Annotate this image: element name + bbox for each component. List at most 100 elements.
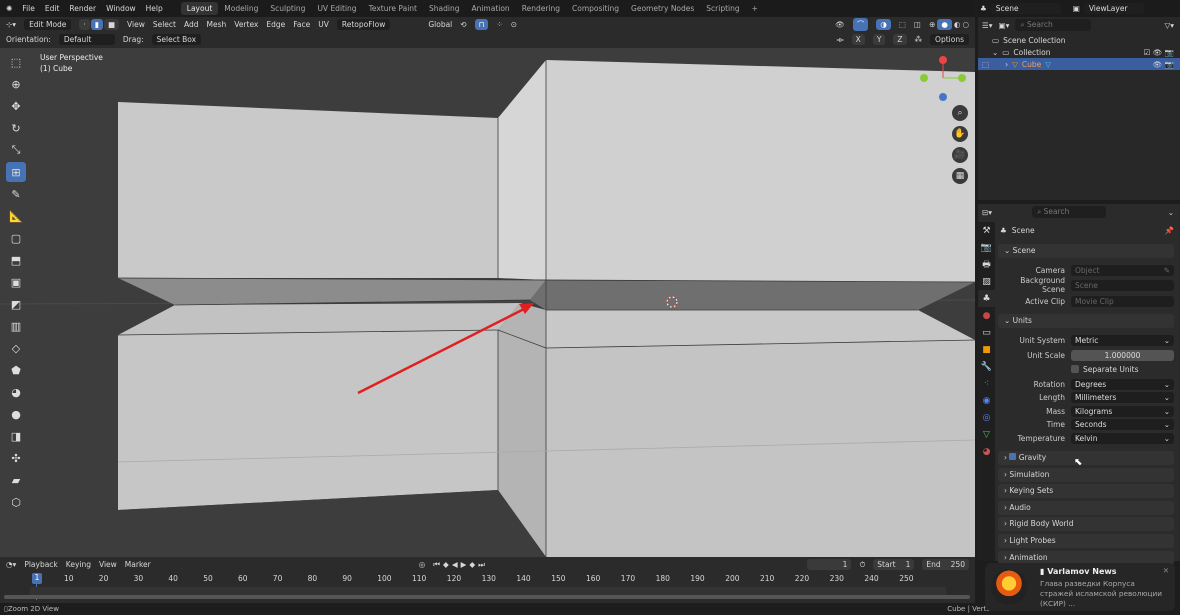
material-tab-icon[interactable]: ◕ <box>978 443 995 460</box>
timeline-editor-icon[interactable]: ◔▾ <box>6 560 16 569</box>
physics-tab-icon[interactable]: ◉ <box>978 392 995 409</box>
scene-field[interactable]: Scene <box>990 3 1061 14</box>
menu-help[interactable]: Help <box>146 4 163 13</box>
drag-dropdown[interactable]: Select Box <box>151 34 202 45</box>
scale-tool-icon[interactable]: ⤡ <box>6 140 26 160</box>
bevel-tool-icon[interactable]: ◩ <box>6 294 26 314</box>
blender-logo-icon[interactable]: ✺ <box>6 4 12 13</box>
eyedropper-icon[interactable]: ✎ <box>1164 265 1170 276</box>
view-layer-field[interactable]: ViewLayer <box>1083 3 1144 14</box>
face-select-icon[interactable]: ■ <box>103 18 120 30</box>
timeline-scrollbar[interactable] <box>4 595 970 599</box>
frame-ruler[interactable]: 10 20 30 40 50 60 70 80 90 100 110 120 130 140 150 160 1… <box>0 573 975 585</box>
auto-merge-icon[interactable]: ⁂ <box>915 35 923 44</box>
chevron-down-icon[interactable]: ⌄ <box>1168 208 1174 217</box>
modifier-tab-icon[interactable]: 🔧 <box>978 358 995 375</box>
menu-view[interactable]: View <box>99 560 117 569</box>
expand-icon[interactable]: › <box>1005 60 1008 69</box>
3d-viewport[interactable]: User Perspective (1) Cube ⌕ ✋ 🎥 ▦ <box>0 48 975 557</box>
outliner-item-collection[interactable]: ⌄ ▭ Collection ☑ 👁 📷 <box>978 46 1180 58</box>
units-panel-header[interactable]: ⌄ Units <box>998 314 1174 328</box>
output-tab-icon[interactable]: 🖶 <box>978 256 995 273</box>
solid-shading-icon[interactable]: ● <box>937 18 952 30</box>
close-icon[interactable]: ✕ <box>1163 566 1169 575</box>
edit-mode-icon[interactable]: ⬚ <box>982 60 989 69</box>
material-shading-icon[interactable]: ◐ <box>954 20 961 29</box>
menu-add[interactable]: Add <box>184 20 199 29</box>
collection-tab-icon[interactable]: ▭ <box>978 324 995 341</box>
edge-slide-tool-icon[interactable]: ◨ <box>6 426 26 446</box>
pin-icon[interactable]: 📌 <box>1165 226 1174 235</box>
poly-build-tool-icon[interactable]: ⬟ <box>6 360 26 380</box>
menu-select[interactable]: Select <box>153 20 176 29</box>
options-dropdown[interactable]: Options <box>930 34 969 45</box>
rendered-shading-icon[interactable]: ○ <box>962 20 969 29</box>
display-mode-icon[interactable]: ☰▾ <box>982 21 993 30</box>
outliner-item-cube[interactable]: ⬚ › ▽ Cube ▽ 👁 📷 <box>978 58 1180 70</box>
start-frame-field[interactable]: Start 1 <box>873 559 915 570</box>
unit-system-dropdown[interactable]: Metric ⌄ <box>1071 334 1174 346</box>
mirror-icon[interactable]: ⟚ <box>837 35 844 45</box>
tab-animation[interactable]: Animation <box>465 2 515 15</box>
constraints-tab-icon[interactable]: ◎ <box>978 409 995 426</box>
properties-search[interactable]: ⌕ Search <box>1032 206 1107 218</box>
inset-tool-icon[interactable]: ▣ <box>6 272 26 292</box>
time-dropdown[interactable]: Seconds ⌄ <box>1071 418 1174 430</box>
render-tab-icon[interactable]: 📷 <box>978 239 995 256</box>
zoom-icon[interactable]: ⌕ <box>952 105 968 121</box>
shear-tool-icon[interactable]: ▰ <box>6 470 26 490</box>
transform-orientation-dropdown[interactable]: Global <box>428 20 452 29</box>
pan-hand-icon[interactable]: ✋ <box>952 126 968 142</box>
proportional-edit-icon[interactable]: ⊙ <box>511 20 517 29</box>
play-icon[interactable]: ▶ <box>461 560 467 569</box>
spin-tool-icon[interactable]: ◕ <box>6 382 26 402</box>
retopoflow-menu[interactable]: RetopoFlow <box>336 18 391 30</box>
mirror-z-toggle[interactable]: Z <box>893 34 907 45</box>
tab-texture-paint[interactable]: Texture Paint <box>363 2 423 15</box>
view-layer-tab-icon[interactable]: ▨ <box>978 273 995 290</box>
end-frame-field[interactable]: End 250 <box>922 559 969 570</box>
wireframe-shading-icon[interactable]: ⊕ <box>929 20 935 29</box>
jump-end-icon[interactable]: ⏭ <box>478 560 485 570</box>
menu-vertex[interactable]: Vertex <box>234 20 258 29</box>
menu-marker[interactable]: Marker <box>125 560 151 569</box>
current-frame-field[interactable]: 1 <box>807 559 852 570</box>
filter-icon[interactable]: ▽▾ <box>1164 21 1174 30</box>
camera-field[interactable]: Object ✎ <box>1071 264 1174 276</box>
simulation-panel-header[interactable]: › Simulation <box>998 468 1174 482</box>
menu-view[interactable]: View <box>127 20 145 29</box>
mirror-y-toggle[interactable]: Y <box>872 34 886 45</box>
measure-tool-icon[interactable]: 📐 <box>6 206 26 226</box>
smooth-tool-icon[interactable]: ● <box>6 404 26 424</box>
tab-rendering[interactable]: Rendering <box>516 2 566 15</box>
gizmo-toggle-icon[interactable]: 👁 <box>835 20 845 29</box>
length-dropdown[interactable]: Millimeters ⌄ <box>1071 391 1174 403</box>
snap-target-icon[interactable]: ⁘ <box>496 20 502 29</box>
visibility-icons[interactable]: 👁 📷 <box>1153 60 1174 69</box>
tool-tab-icon[interactable]: ⚒ <box>978 222 995 239</box>
keying-sets-panel-header[interactable]: › Keying Sets <box>998 484 1174 498</box>
tab-sculpting[interactable]: Sculpting <box>264 2 311 15</box>
add-workspace-button[interactable]: + <box>746 2 764 15</box>
vertex-select-icon[interactable]: · <box>79 18 90 30</box>
menu-keying[interactable]: Keying <box>66 560 91 569</box>
scene-tab-icon[interactable]: ♣ <box>978 290 995 307</box>
background-scene-field[interactable]: Scene <box>1071 279 1174 291</box>
tab-geometry-nodes[interactable]: Geometry Nodes <box>625 2 700 15</box>
select-tool-icon[interactable]: ⬚ <box>6 52 26 72</box>
tab-uv-editing[interactable]: UV Editing <box>311 2 362 15</box>
knife-tool-icon[interactable]: ◇ <box>6 338 26 358</box>
active-clip-field[interactable]: Movie Clip <box>1071 295 1174 307</box>
camera-view-icon[interactable]: 🎥 <box>952 147 968 163</box>
gravity-panel-header[interactable]: › Gravity <box>998 451 1174 465</box>
editor-type-icon[interactable]: ⊟▾ <box>982 208 992 217</box>
data-tab-icon[interactable]: ▽ <box>978 426 995 443</box>
menu-face[interactable]: Face <box>293 20 310 29</box>
light-probes-panel-header[interactable]: › Light Probes <box>998 534 1174 548</box>
play-reverse-icon[interactable]: ◀ <box>452 560 458 569</box>
tab-modeling[interactable]: Modeling <box>218 2 264 15</box>
particles-tab-icon[interactable]: ⁖ <box>978 375 995 392</box>
orientation-dropdown[interactable]: Default <box>58 34 115 45</box>
shrink-fatten-tool-icon[interactable]: ✣ <box>6 448 26 468</box>
loop-cut-tool-icon[interactable]: ▥ <box>6 316 26 336</box>
